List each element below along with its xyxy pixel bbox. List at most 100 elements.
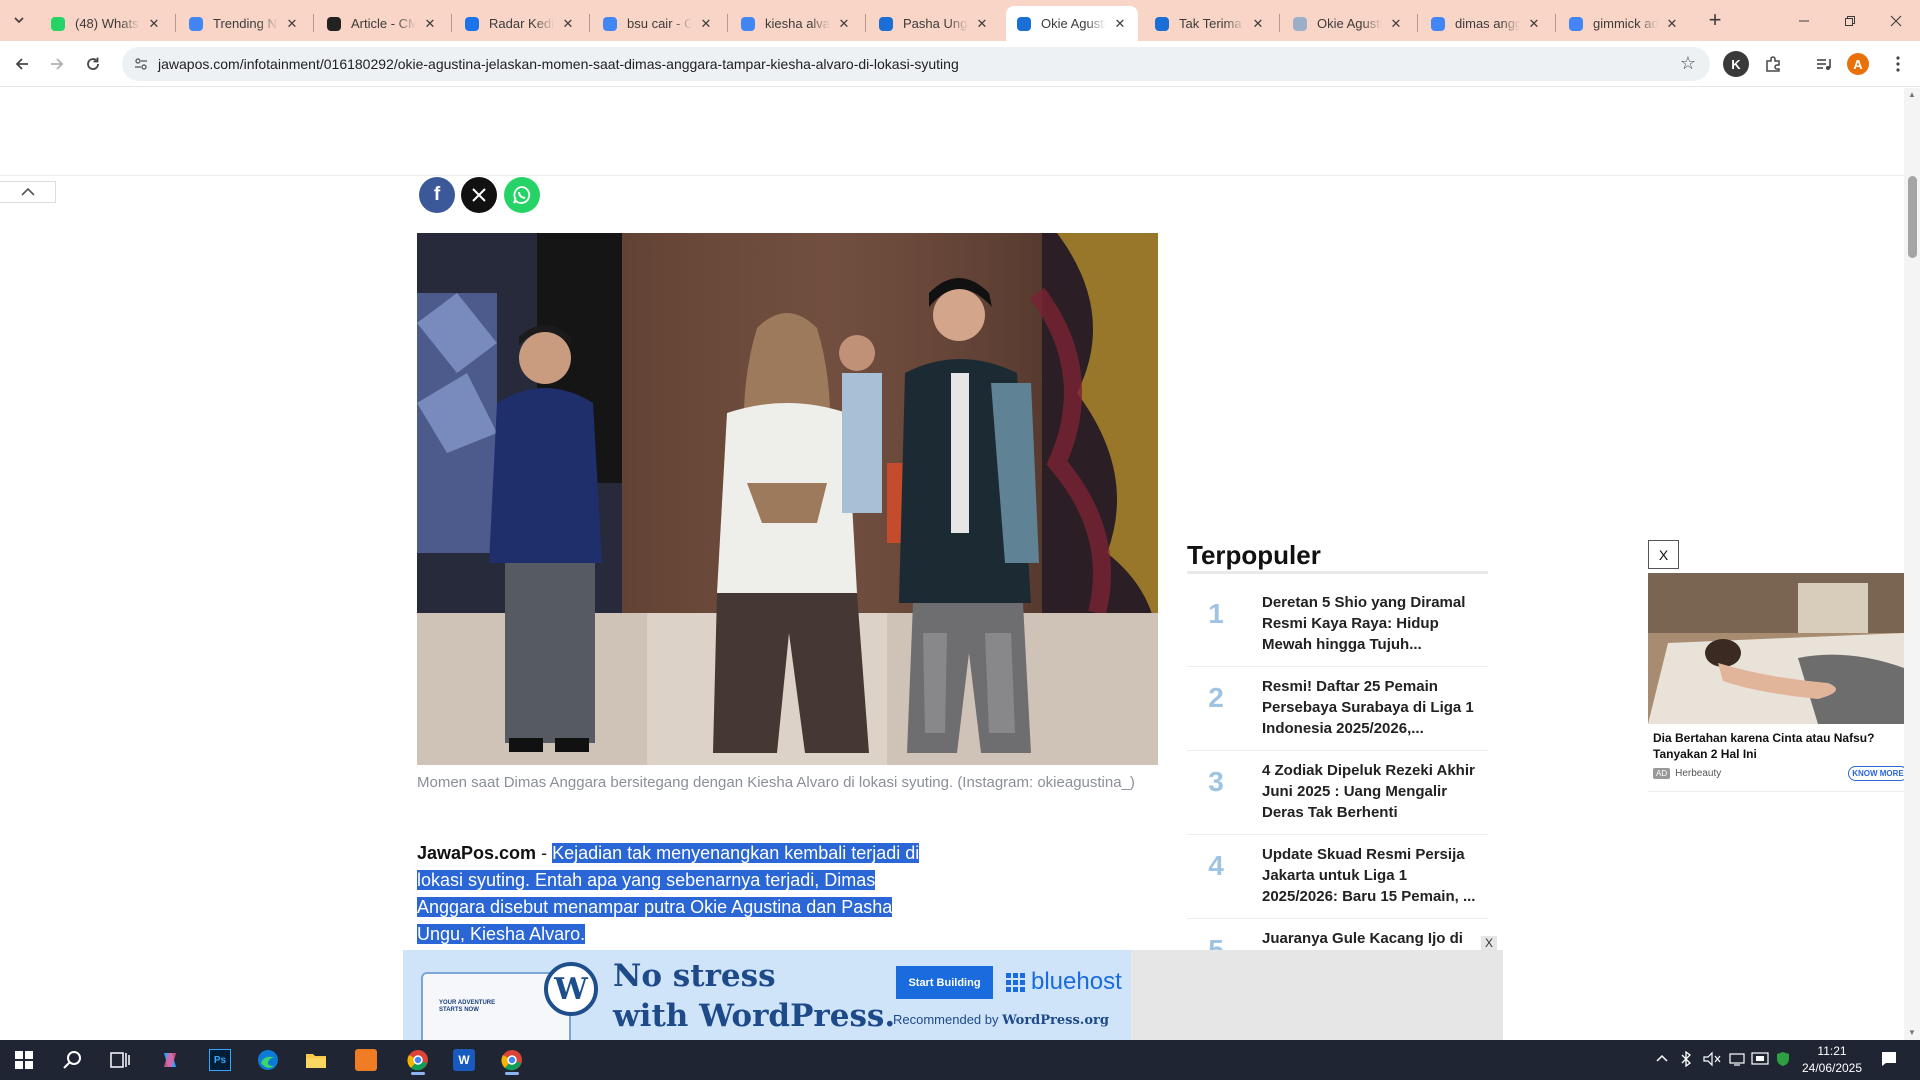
task-view-button[interactable] (100, 1044, 140, 1076)
tab-separator (175, 14, 176, 32)
divider (1187, 571, 1488, 574)
close-ad-button[interactable]: X (1648, 540, 1679, 569)
popular-item[interactable]: 3 4 Zodiak Dipeluk Rezeki Akhir Juni 2025… (1187, 752, 1488, 835)
notification-icon[interactable] (1880, 1050, 1898, 1071)
search-button[interactable] (52, 1044, 92, 1076)
facebook-icon: f (433, 184, 441, 205)
page-scrollbar[interactable]: ▲ ▼ (1904, 88, 1920, 1040)
ad-brand-name: Herbeauty (1675, 768, 1722, 779)
close-tab-icon[interactable]: ✕ (974, 16, 990, 32)
copilot-app[interactable] (150, 1044, 190, 1076)
close-tab-icon[interactable]: ✕ (422, 16, 438, 32)
photoshop-app[interactable]: Ps (200, 1044, 240, 1076)
tab-label: Okie Agustina (1317, 16, 1382, 31)
tab-label: kiesha alvaro (765, 16, 830, 31)
chrome-app-profile-1[interactable] (398, 1044, 438, 1076)
close-tab-icon[interactable]: ✕ (836, 16, 852, 32)
close-tab-icon[interactable]: ✕ (1250, 16, 1266, 32)
start-building-button[interactable]: Start Building (896, 966, 993, 999)
menu-kebab-icon[interactable] (1885, 51, 1911, 77)
whatsapp-icon (513, 186, 531, 204)
browser-tab[interactable]: Tak Terima K ✕ (1144, 6, 1276, 41)
network-icon[interactable] (1729, 1051, 1745, 1070)
sponsored-ad[interactable]: Dia Bertahan karena Cinta atau Nafsu? Ta… (1648, 573, 1908, 792)
browser-tab[interactable]: Okie Agustina ✕ (1006, 6, 1138, 41)
start-button[interactable] (4, 1044, 44, 1076)
tab-separator (865, 14, 866, 32)
close-tab-icon[interactable]: ✕ (1664, 16, 1680, 32)
share-x-button[interactable] (461, 177, 497, 213)
tab-search-button[interactable] (8, 9, 30, 31)
minimize-button[interactable] (1781, 0, 1827, 41)
browser-tab[interactable]: Trending Now ✕ (178, 6, 310, 41)
browser-tab[interactable]: gimmick adalah ✕ (1558, 6, 1690, 41)
arrow-right-icon (51, 58, 64, 70)
close-tab-icon[interactable]: ✕ (560, 16, 576, 32)
bookmark-star-icon[interactable]: ☆ (1680, 53, 1696, 74)
share-whatsapp-button[interactable] (504, 177, 540, 213)
popular-item-title[interactable]: Juaranya Gule Kacang Ijo di (1262, 928, 1480, 949)
popular-item-title[interactable]: Resmi! Daftar 25 Pemain Persebaya Suraba… (1262, 676, 1480, 739)
ad-title[interactable]: Dia Bertahan karena Cinta atau Nafsu? Ta… (1653, 730, 1899, 762)
ad-image[interactable] (1648, 573, 1904, 724)
browser-tab[interactable]: Article - CMS ✕ (316, 6, 448, 41)
browser-tab[interactable]: Pasha Ungu ✕ (868, 6, 1000, 41)
profile-avatar[interactable]: A (1847, 53, 1869, 75)
close-banner-button[interactable]: X (1481, 936, 1497, 952)
jawapos-icon (1016, 16, 1032, 32)
popular-item-title[interactable]: Update Skuad Resmi Persija Jakarta untuk… (1262, 844, 1480, 907)
address-bar[interactable]: jawapos.com/infotainment/016180292/okie-… (122, 47, 1710, 81)
extensions-puzzle-icon[interactable] (1760, 51, 1786, 77)
scroll-thumb[interactable] (1908, 176, 1917, 258)
media-control-icon[interactable] (1811, 51, 1837, 77)
extension-k-icon[interactable]: K (1723, 51, 1749, 77)
popular-item[interactable]: 4 Update Skuad Resmi Persija Jakarta untu… (1187, 836, 1488, 919)
scroll-down-arrow-icon[interactable]: ▼ (1907, 1028, 1917, 1038)
popular-item[interactable]: 1 Deretan 5 Shio yang Diramal Resmi Kaya … (1187, 584, 1488, 667)
edge-app[interactable] (248, 1044, 288, 1076)
url-text[interactable]: jawapos.com/infotainment/016180292/okie-… (158, 56, 959, 72)
close-window-button[interactable] (1873, 0, 1919, 41)
scroll-up-arrow-icon[interactable]: ▲ (1907, 90, 1917, 100)
system-clock[interactable]: 11:21 24/06/2025 (1800, 1043, 1864, 1077)
back-button[interactable] (8, 50, 36, 78)
popular-item-title[interactable]: 4 Zodiak Dipeluk Rezeki Akhir Juni 2025 … (1262, 760, 1480, 823)
browser-tab[interactable]: kiesha alvaro ✕ (730, 6, 862, 41)
close-tab-icon[interactable]: ✕ (284, 16, 300, 32)
site-info-icon[interactable] (132, 55, 150, 73)
browser-tab[interactable]: Okie Agustina ✕ (1282, 6, 1414, 41)
browser-tab[interactable]: (48) WhatsApp ✕ (40, 6, 172, 41)
restore-button[interactable] (1827, 0, 1873, 41)
reload-button[interactable] (79, 50, 107, 78)
file-explorer-app[interactable] (296, 1044, 336, 1076)
close-tab-icon[interactable]: ✕ (1526, 16, 1542, 32)
dash-separator: - (536, 843, 553, 863)
new-tab-button[interactable]: + (1703, 9, 1727, 33)
chrome-app-profile-2[interactable] (492, 1044, 532, 1076)
display-icon[interactable] (1751, 1051, 1769, 1070)
chrome-icon (407, 1050, 428, 1071)
close-tab-icon[interactable]: ✕ (698, 16, 714, 32)
bluetooth-icon[interactable] (1680, 1050, 1692, 1070)
forward-button[interactable] (43, 50, 71, 78)
close-tab-icon[interactable]: ✕ (1388, 16, 1404, 32)
know-more-button[interactable]: KNOW MORE (1848, 766, 1908, 781)
rank-number: 4 (1208, 850, 1224, 881)
browser-tab[interactable]: bsu cair - Google ✕ (592, 6, 724, 41)
share-facebook-button[interactable]: f (419, 177, 455, 213)
brand-name[interactable]: JawaPos.com (417, 843, 536, 863)
close-tab-icon[interactable]: ✕ (1112, 16, 1128, 32)
collapse-header-button[interactable] (0, 181, 56, 203)
shield-icon[interactable] (1775, 1051, 1791, 1070)
bluehost-ad[interactable]: YOUR ADVENTURE STARTS NOW W No stress wi… (403, 950, 1131, 1040)
show-hidden-icons-icon[interactable] (1656, 1051, 1668, 1066)
popular-item-title[interactable]: Deretan 5 Shio yang Diramal Resmi Kaya R… (1262, 592, 1480, 655)
recommended-prefix: Recommended by (893, 1012, 1003, 1027)
speaker-muted-icon[interactable] (1703, 1051, 1721, 1070)
popular-item[interactable]: 2 Resmi! Daftar 25 Pemain Persebaya Surab… (1187, 668, 1488, 751)
close-tab-icon[interactable]: ✕ (146, 16, 162, 32)
cms-app[interactable] (346, 1044, 386, 1076)
browser-tab[interactable]: dimas anggara ✕ (1420, 6, 1552, 41)
browser-tab[interactable]: Radar Kediri ✕ (454, 6, 586, 41)
word-app[interactable]: W (444, 1044, 484, 1076)
